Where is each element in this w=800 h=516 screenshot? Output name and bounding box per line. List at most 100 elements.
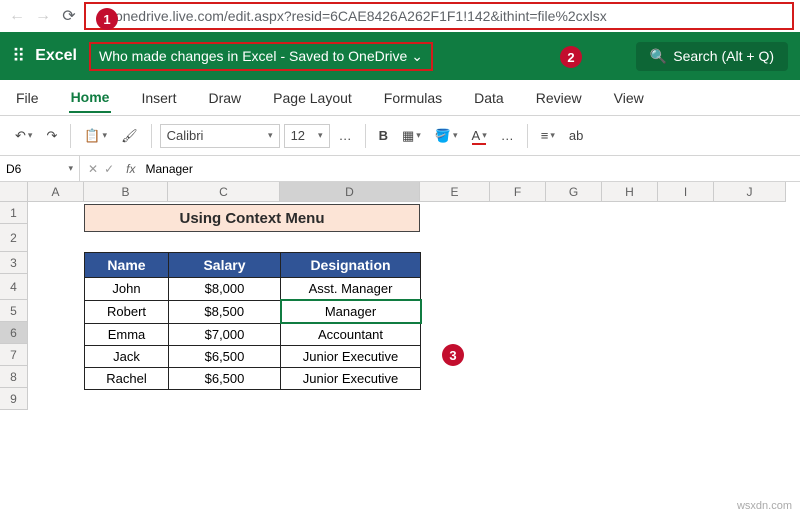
cell[interactable]: Accountant	[281, 323, 421, 346]
col-header[interactable]: I	[658, 182, 714, 202]
search-label: Search (Alt + Q)	[673, 48, 774, 64]
callout-badge-1: 1	[96, 8, 118, 30]
search-button[interactable]: 🔍 Search (Alt + Q)	[636, 42, 788, 71]
redo-button[interactable]: ↷	[41, 125, 62, 147]
selected-cell[interactable]: Manager	[281, 300, 421, 323]
sheet-content: Using Context Menu Name Salary Designati…	[84, 204, 422, 390]
forward-icon[interactable]: →	[32, 5, 54, 27]
cell[interactable]: $6,500	[169, 346, 281, 368]
separator	[365, 124, 366, 148]
chevron-down-icon: ⌄	[411, 48, 423, 65]
row-header[interactable]: 1	[0, 202, 28, 224]
cell[interactable]: $6,500	[169, 368, 281, 390]
col-designation[interactable]: Designation	[281, 253, 421, 278]
back-icon[interactable]: ←	[6, 5, 28, 27]
cell[interactable]: Junior Executive	[281, 368, 421, 390]
separator	[70, 124, 71, 148]
merged-title-cell[interactable]: Using Context Menu	[84, 204, 420, 232]
search-icon: 🔍	[650, 48, 667, 65]
cell[interactable]: Junior Executive	[281, 346, 421, 368]
table-row: Emma$7,000Accountant	[85, 323, 421, 346]
tab-insert[interactable]: Insert	[139, 84, 178, 112]
tab-review[interactable]: Review	[534, 84, 584, 112]
table-row: Jack$6,500Junior Executive	[85, 346, 421, 368]
select-all-corner[interactable]	[0, 182, 28, 202]
tab-data[interactable]: Data	[472, 84, 506, 112]
app-header: ⠿ Excel Who made changes in Excel - Save…	[0, 32, 800, 80]
col-header[interactable]: G	[546, 182, 602, 202]
formula-input[interactable]: Manager	[139, 162, 198, 176]
data-table: Name Salary Designation John$8,000Asst. …	[84, 252, 422, 390]
cell[interactable]: $8,500	[169, 300, 281, 323]
row-header[interactable]: 3	[0, 252, 28, 274]
cell[interactable]: John	[85, 278, 169, 301]
more-font-options[interactable]: …	[496, 125, 519, 146]
row-header[interactable]: 7	[0, 344, 28, 366]
spreadsheet: 1 2 3 4 5 6 7 8 9 A B C D E F G H I J Us…	[0, 182, 800, 410]
cell[interactable]: $7,000	[169, 323, 281, 346]
fx-icon[interactable]: fx	[122, 162, 139, 176]
separator	[527, 124, 528, 148]
doc-name: Who made changes in Excel	[99, 48, 276, 64]
tab-page-layout[interactable]: Page Layout	[271, 84, 354, 112]
row-header-selected[interactable]: 6	[0, 322, 28, 344]
row-header[interactable]: 4	[0, 274, 28, 300]
tab-formulas[interactable]: Formulas	[382, 84, 444, 112]
col-header-selected[interactable]: D	[280, 182, 420, 202]
undo-button[interactable]: ↶▾	[10, 125, 37, 147]
col-header[interactable]: C	[168, 182, 280, 202]
font-selector[interactable]: Calibri▾	[160, 124, 280, 148]
tab-draw[interactable]: Draw	[206, 84, 243, 112]
callout-badge-3: 3	[442, 344, 464, 366]
col-header[interactable]: E	[420, 182, 490, 202]
align-button[interactable]: ≡▾	[536, 125, 560, 146]
document-title[interactable]: Who made changes in Excel - Saved to One…	[89, 42, 433, 71]
app-name: Excel	[35, 47, 77, 65]
save-status: - Saved to OneDrive	[280, 48, 407, 64]
format-painter-button[interactable]: 🖌	[116, 125, 143, 147]
cell[interactable]: $8,000	[169, 278, 281, 301]
row-header[interactable]: 2	[0, 224, 28, 252]
url-input[interactable]: 🔒 onedrive.live.com/edit.aspx?resid=6CAE…	[84, 2, 794, 30]
font-color-button[interactable]: A▾	[467, 125, 492, 146]
col-header[interactable]: F	[490, 182, 546, 202]
formula-buttons: ✕ ✓	[80, 162, 122, 176]
cell[interactable]: Jack	[85, 346, 169, 368]
cancel-icon[interactable]: ✕	[88, 162, 98, 176]
wrap-text-button[interactable]: ab	[564, 125, 588, 146]
font-size-selector[interactable]: 12▾	[284, 124, 330, 148]
col-salary[interactable]: Salary	[169, 253, 281, 278]
table-row: John$8,000Asst. Manager	[85, 278, 421, 301]
row-header[interactable]: 9	[0, 388, 28, 410]
cell[interactable]: Asst. Manager	[281, 278, 421, 301]
formula-bar: D6▾ ✕ ✓ fx Manager	[0, 156, 800, 182]
tab-view[interactable]: View	[612, 84, 646, 112]
paste-button[interactable]: 📋▾	[79, 125, 112, 147]
more-font-icon[interactable]: …	[334, 125, 357, 146]
tab-home[interactable]: Home	[69, 83, 112, 113]
cell[interactable]: Rachel	[85, 368, 169, 390]
accept-icon[interactable]: ✓	[104, 162, 114, 176]
cell[interactable]: Emma	[85, 323, 169, 346]
row-header[interactable]: 5	[0, 300, 28, 322]
borders-button[interactable]: ▦▾	[397, 125, 426, 147]
name-box[interactable]: D6▾	[0, 156, 80, 181]
ribbon-toolbar: ↶▾ ↷ 📋▾ 🖌 Calibri▾ 12▾ … B ▦▾ 🪣▾ A▾ … ≡▾…	[0, 116, 800, 156]
col-header[interactable]: J	[714, 182, 786, 202]
watermark: wsxdn.com	[737, 500, 792, 512]
col-name[interactable]: Name	[85, 253, 169, 278]
cell[interactable]: Robert	[85, 300, 169, 323]
column-headers: A B C D E F G H I J	[28, 182, 800, 202]
ribbon-tabs: File Home Insert Draw Page Layout Formul…	[0, 80, 800, 116]
row-header[interactable]: 8	[0, 366, 28, 388]
col-header[interactable]: H	[602, 182, 658, 202]
col-header[interactable]: A	[28, 182, 84, 202]
table-header-row: Name Salary Designation	[85, 253, 421, 278]
app-launcher-icon[interactable]: ⠿	[12, 46, 23, 67]
tab-file[interactable]: File	[14, 84, 41, 112]
col-header[interactable]: B	[84, 182, 168, 202]
reload-icon[interactable]: ⟳	[58, 5, 80, 27]
fill-color-button[interactable]: 🪣▾	[430, 125, 463, 147]
bold-button[interactable]: B	[374, 125, 393, 146]
table-row: Rachel$6,500Junior Executive	[85, 368, 421, 390]
